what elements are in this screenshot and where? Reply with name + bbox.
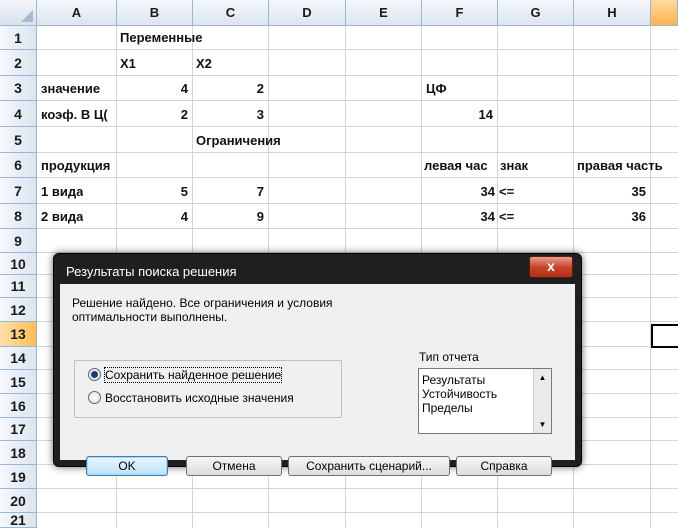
solver-results-dialog: Результаты поиска решения x Решение найд… <box>53 253 582 476</box>
row-header-6[interactable]: 6 <box>0 153 37 178</box>
cell-h7[interactable]: 35 <box>574 180 646 204</box>
cell-c7[interactable]: 7 <box>193 180 264 204</box>
cell-a7[interactable]: 1 вида <box>41 180 83 204</box>
row-header-13[interactable]: 13 <box>0 322 37 347</box>
radio-keep-solution[interactable]: Сохранить найденное решение <box>88 367 283 383</box>
report-type-listbox[interactable]: Результаты Устойчивость Пределы ▲ ▼ <box>418 368 552 434</box>
gridline <box>37 152 678 153</box>
cell-b1[interactable]: Переменные <box>120 26 202 50</box>
row-header-2[interactable]: 2 <box>0 50 37 76</box>
result-message-line-1: Решение найдено. Все ограничения и услов… <box>72 296 333 310</box>
dialog-title: Результаты поиска решения <box>66 264 237 279</box>
column-header-g[interactable]: G <box>498 0 574 26</box>
active-cell-outline[interactable] <box>651 324 678 348</box>
row-header-16[interactable]: 16 <box>0 394 37 418</box>
cell-h8[interactable]: 36 <box>574 205 646 229</box>
listbox-scrollbar[interactable]: ▲ ▼ <box>533 369 551 433</box>
column-header-i[interactable] <box>651 0 678 26</box>
row-header-17[interactable]: 17 <box>0 418 37 441</box>
row-header-21[interactable]: 21 <box>0 513 37 528</box>
cell-f3[interactable]: ЦФ <box>426 77 447 101</box>
row-header-9[interactable]: 9 <box>0 229 37 253</box>
report-type-label: Тип отчета <box>419 350 479 364</box>
scroll-down-icon[interactable]: ▼ <box>534 416 551 433</box>
gridline <box>37 488 678 489</box>
row-header-12[interactable]: 12 <box>0 298 37 322</box>
cell-c8[interactable]: 9 <box>193 205 264 229</box>
close-button[interactable]: x <box>529 256 573 278</box>
list-item[interactable]: Пределы <box>422 401 473 415</box>
radio-restore-values-label: Восстановить исходные значения <box>105 391 294 405</box>
cell-c3[interactable]: 2 <box>193 77 264 101</box>
column-header-f[interactable]: F <box>422 0 498 26</box>
cell-b8[interactable]: 4 <box>117 205 188 229</box>
row-header-7[interactable]: 7 <box>0 178 37 204</box>
cancel-button[interactable]: Отмена <box>186 456 282 476</box>
cell-g6[interactable]: знак <box>500 154 528 178</box>
ok-button[interactable]: OK <box>86 456 168 476</box>
help-button[interactable]: Справка <box>456 456 552 476</box>
dialog-titlebar[interactable]: Результаты поиска решения x <box>54 254 581 282</box>
column-header-d[interactable]: D <box>269 0 346 26</box>
cell-a3[interactable]: значение <box>41 77 115 101</box>
radio-selected-icon[interactable] <box>88 368 101 381</box>
close-icon: x <box>547 258 555 274</box>
column-header-b[interactable]: B <box>117 0 193 26</box>
cell-b2[interactable]: X1 <box>120 52 136 76</box>
save-scenario-button[interactable]: Сохранить сценарий... <box>288 456 450 476</box>
select-all-corner[interactable] <box>0 0 37 26</box>
result-message-line-2: оптимальности выполнены. <box>72 310 228 324</box>
cell-f8[interactable]: 34 <box>422 205 495 229</box>
row-header-19[interactable]: 19 <box>0 465 37 489</box>
row-header-18[interactable]: 18 <box>0 441 37 465</box>
row-header-5[interactable]: 5 <box>0 127 37 153</box>
cell-b3[interactable]: 4 <box>117 77 188 101</box>
dialog-body: Решение найдено. Все ограничения и услов… <box>60 284 575 476</box>
row-header-8[interactable]: 8 <box>0 204 37 229</box>
cell-a6[interactable]: продукция <box>41 154 110 178</box>
cell-f6[interactable]: левая час <box>424 154 497 178</box>
row-header-11[interactable]: 11 <box>0 275 37 298</box>
cell-g7[interactable]: <= <box>499 180 514 204</box>
cell-b7[interactable]: 5 <box>117 180 188 204</box>
radio-keep-solution-label: Сохранить найденное решение <box>103 367 283 383</box>
list-item[interactable]: Устойчивость <box>422 387 497 401</box>
radio-restore-values[interactable]: Восстановить исходные значения <box>88 391 294 405</box>
gridline <box>650 26 651 528</box>
row-header-4[interactable]: 4 <box>0 101 37 127</box>
radio-unselected-icon[interactable] <box>88 391 101 404</box>
column-header-c[interactable]: C <box>193 0 269 26</box>
list-item[interactable]: Результаты <box>422 373 485 387</box>
cell-c2[interactable]: X2 <box>196 52 212 76</box>
row-header-1[interactable]: 1 <box>0 26 37 50</box>
row-header-15[interactable]: 15 <box>0 370 37 394</box>
cell-c5[interactable]: Ограничения <box>196 129 281 153</box>
scroll-up-icon[interactable]: ▲ <box>534 369 551 386</box>
cell-b4[interactable]: 2 <box>117 103 188 127</box>
row-header-20[interactable]: 20 <box>0 489 37 513</box>
result-message: Решение найдено. Все ограничения и услов… <box>72 296 392 324</box>
cell-h6[interactable]: правая часть <box>577 154 663 178</box>
cell-f7[interactable]: 34 <box>422 180 495 204</box>
row-header-3[interactable]: 3 <box>0 76 37 101</box>
cell-c4[interactable]: 3 <box>193 103 264 127</box>
row-header-14[interactable]: 14 <box>0 347 37 370</box>
column-header-a[interactable]: A <box>37 0 117 26</box>
gridline <box>37 512 678 513</box>
cell-a8[interactable]: 2 вида <box>41 205 83 229</box>
cell-g8[interactable]: <= <box>499 205 514 229</box>
column-header-e[interactable]: E <box>346 0 422 26</box>
row-header-10[interactable]: 10 <box>0 253 37 275</box>
column-header-h[interactable]: H <box>574 0 651 26</box>
cell-f4[interactable]: 14 <box>422 103 493 127</box>
cell-a4[interactable]: коэф. В Ц( <box>41 103 116 127</box>
